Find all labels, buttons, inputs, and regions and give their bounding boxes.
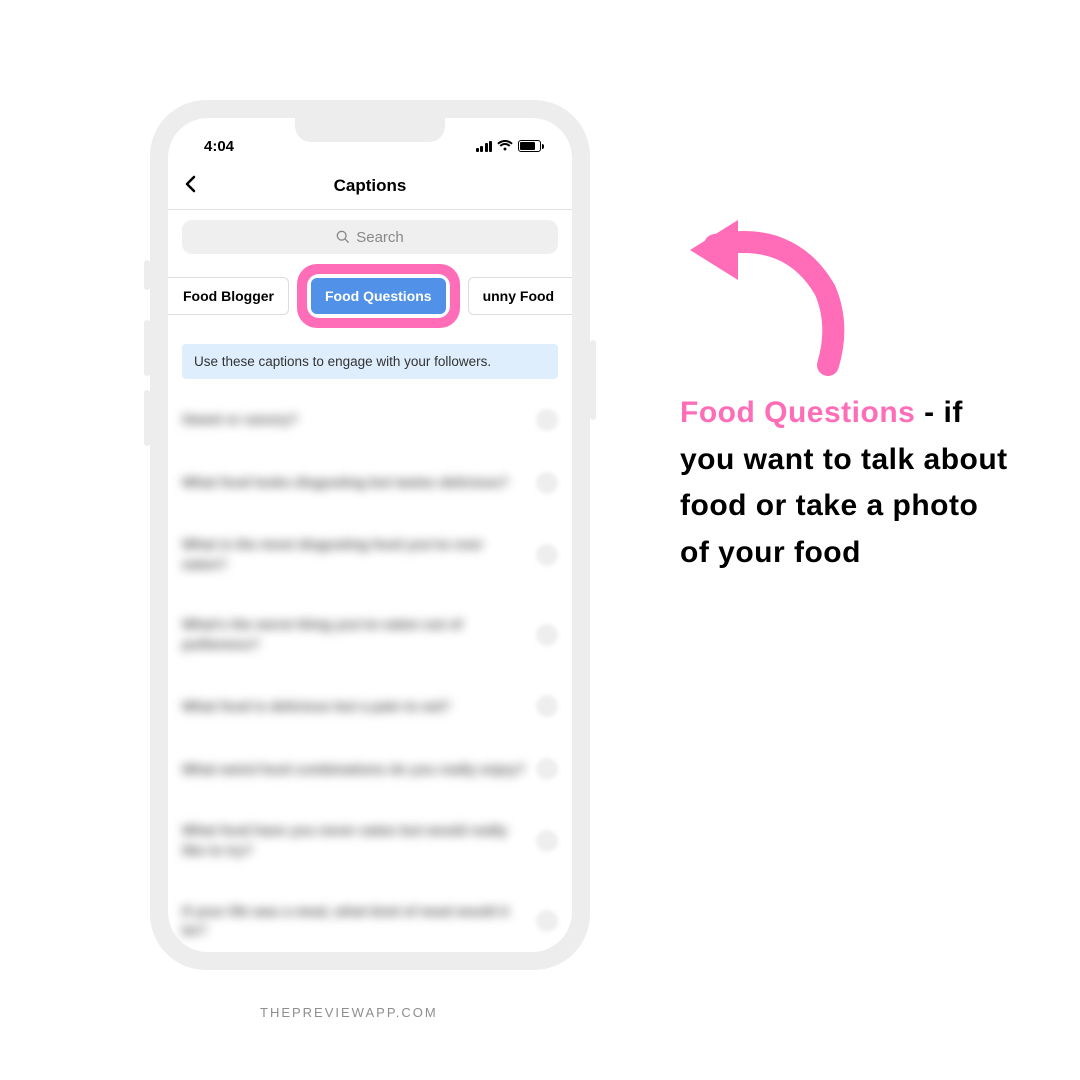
- list-item[interactable]: If your life was a meal, what kind of me…: [182, 882, 558, 952]
- check-icon: [536, 409, 558, 431]
- phone-side-button: [590, 340, 596, 420]
- check-icon: [536, 472, 558, 494]
- phone-notch: [295, 118, 445, 142]
- list-item[interactable]: What is the most disgusting food you've …: [182, 515, 558, 595]
- back-button[interactable]: [184, 173, 196, 199]
- list-item[interactable]: What weird food combinations do you real…: [182, 738, 558, 801]
- arrow-annotation-icon: [680, 200, 850, 380]
- annotation-text: Food Questions - if you want to talk abo…: [680, 390, 1010, 576]
- highlight-callout: Food Questions: [297, 264, 460, 328]
- status-indicators: [476, 140, 545, 152]
- check-icon: [536, 624, 558, 646]
- watermark: THEPREVIEWAPP.COM: [260, 1005, 438, 1020]
- info-banner: Use these captions to engage with your f…: [182, 344, 558, 379]
- list-item[interactable]: What food have you never eaten but would…: [182, 801, 558, 881]
- phone-side-button: [144, 390, 150, 446]
- wifi-icon: [497, 140, 513, 152]
- search-container: Search: [168, 210, 572, 264]
- list-item[interactable]: What food is delicious but a pain to eat…: [182, 675, 558, 738]
- status-time: 4:04: [204, 138, 234, 155]
- phone-side-button: [144, 260, 150, 290]
- check-icon: [536, 544, 558, 566]
- check-icon: [536, 695, 558, 717]
- search-placeholder: Search: [356, 229, 404, 246]
- phone-screen: 4:04 Captions S: [168, 118, 572, 952]
- tab-food-blogger[interactable]: Food Blogger: [168, 277, 289, 315]
- list-item[interactable]: What food looks disgusting but tastes de…: [182, 452, 558, 515]
- tab-funny-food[interactable]: unny Food: [468, 277, 572, 315]
- search-icon: [336, 230, 350, 244]
- phone-mockup: 4:04 Captions S: [150, 100, 590, 970]
- signal-icon: [476, 141, 493, 152]
- check-icon: [536, 758, 558, 780]
- check-icon: [536, 830, 558, 852]
- tab-food-questions[interactable]: Food Questions: [311, 278, 446, 314]
- list-item[interactable]: Sweet or savory?: [182, 389, 558, 452]
- list-item[interactable]: What's the worst thing you've eaten out …: [182, 595, 558, 675]
- search-input[interactable]: Search: [182, 220, 558, 254]
- caption-list: Sweet or savory? What food looks disgust…: [168, 389, 572, 952]
- page-title: Captions: [334, 176, 407, 196]
- annotation-highlight: Food Questions: [680, 396, 915, 429]
- battery-icon: [518, 140, 544, 152]
- check-icon: [536, 910, 558, 932]
- phone-side-button: [144, 320, 150, 376]
- category-tabs: Food Blogger Food Questions unny Food Fo…: [168, 264, 572, 338]
- nav-header: Captions: [168, 162, 572, 210]
